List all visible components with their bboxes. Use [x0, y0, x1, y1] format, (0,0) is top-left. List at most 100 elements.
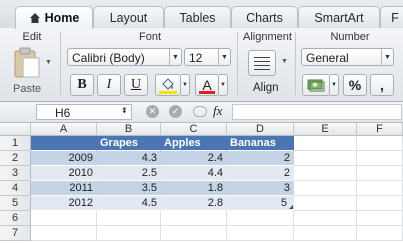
column-header-b[interactable]: B: [97, 123, 161, 136]
table-header-cell[interactable]: Grapes: [97, 136, 161, 151]
table-header-cell[interactable]: [31, 136, 97, 151]
tab-formulas[interactable]: F: [380, 6, 403, 28]
chevron-down-icon: ▼: [381, 49, 393, 65]
empty-cell[interactable]: [97, 226, 161, 241]
empty-cell[interactable]: [294, 181, 357, 196]
edit-group-title: Edit: [22, 31, 42, 43]
table-cell[interactable]: 5: [227, 196, 294, 211]
underline-button[interactable]: U: [124, 74, 148, 96]
chevron-down-icon[interactable]: ▼: [181, 74, 190, 96]
table-cell[interactable]: 2.5: [97, 166, 161, 181]
home-icon: [29, 13, 40, 23]
empty-cell[interactable]: [357, 181, 403, 196]
empty-cell[interactable]: [31, 226, 97, 241]
number-format-select[interactable]: General ▼: [301, 48, 394, 66]
empty-cell[interactable]: [294, 166, 357, 181]
table-cell[interactable]: 2009: [31, 151, 97, 166]
empty-cell[interactable]: [227, 211, 294, 226]
row-header-6[interactable]: 6: [0, 211, 31, 226]
column-header-f[interactable]: F: [357, 123, 403, 136]
column-header-e[interactable]: E: [294, 123, 357, 136]
tab-charts[interactable]: Charts: [231, 6, 298, 28]
align-lines-icon: [248, 50, 276, 76]
align-button[interactable]: ▼ Align: [244, 48, 292, 96]
table-cell[interactable]: 4.3: [97, 151, 161, 166]
chevron-down-icon: ▼: [281, 58, 288, 65]
formula-input[interactable]: [232, 104, 402, 120]
row-header-2[interactable]: 2: [0, 151, 31, 166]
chevron-down-icon: ▼: [218, 49, 230, 65]
row-header-5[interactable]: 5: [0, 196, 31, 211]
table-cell[interactable]: 3.5: [97, 181, 161, 196]
empty-cell[interactable]: [161, 211, 227, 226]
name-box[interactable]: H6 ⬍: [36, 104, 132, 120]
font-color-button[interactable]: A: [195, 74, 219, 96]
clipboard-icon: [14, 47, 40, 78]
table-cell[interactable]: 2012: [31, 196, 97, 211]
confirm-icon[interactable]: ✓: [169, 105, 182, 118]
empty-cell[interactable]: [97, 211, 161, 226]
row-header-7[interactable]: 7: [0, 226, 31, 241]
percent-style-button[interactable]: %: [343, 74, 367, 96]
empty-cell[interactable]: [294, 226, 357, 241]
bold-button[interactable]: B: [70, 74, 94, 96]
table-header-cell[interactable]: Apples: [161, 136, 227, 151]
select-all-corner[interactable]: [0, 123, 31, 136]
paste-arrow-icon: ▼: [45, 59, 52, 66]
row-header-1[interactable]: 1: [0, 136, 31, 151]
font-group-title: Font: [138, 31, 161, 43]
empty-cell[interactable]: [294, 151, 357, 166]
tab-tables[interactable]: Tables: [164, 6, 231, 28]
money-icon: [307, 79, 325, 92]
empty-cell[interactable]: [294, 211, 357, 226]
currency-format-button[interactable]: [302, 74, 330, 96]
empty-cell[interactable]: [357, 136, 403, 151]
tab-smartart[interactable]: SmartArt: [298, 6, 380, 28]
chevron-down-icon: ▼: [169, 49, 181, 65]
empty-cell[interactable]: [357, 151, 403, 166]
empty-cell[interactable]: [227, 226, 294, 241]
table-cell[interactable]: 4.5: [97, 196, 161, 211]
column-header-d[interactable]: D: [227, 123, 294, 136]
italic-button[interactable]: I: [97, 74, 121, 96]
row-header-4[interactable]: 4: [0, 181, 31, 196]
alignment-group-title: Alignment: [243, 31, 292, 43]
table-cell[interactable]: 2.4: [161, 151, 227, 166]
table-cell[interactable]: 4.4: [161, 166, 227, 181]
chevron-down-icon[interactable]: ▼: [330, 74, 339, 96]
cancel-icon[interactable]: ✕: [146, 105, 159, 118]
row-header-3[interactable]: 3: [0, 166, 31, 181]
number-group-title: Number: [330, 31, 370, 43]
paste-label: Paste: [13, 83, 42, 95]
comma-style-button[interactable]: ,: [370, 74, 394, 96]
font-size-select[interactable]: 12 ▼: [184, 48, 231, 66]
empty-cell[interactable]: [357, 211, 403, 226]
empty-cell[interactable]: [357, 226, 403, 241]
empty-cell[interactable]: [357, 196, 403, 211]
table-cell[interactable]: 2: [227, 151, 294, 166]
font-name-select[interactable]: Calibri (Body) ▼: [67, 48, 182, 66]
table-cell[interactable]: 3: [227, 181, 294, 196]
record-toggle-icon[interactable]: [193, 106, 207, 117]
highlight-button[interactable]: [155, 74, 181, 96]
tab-layout[interactable]: Layout: [93, 6, 164, 28]
empty-cell[interactable]: [161, 226, 227, 241]
column-header-c[interactable]: C: [161, 123, 227, 136]
table-resize-handle[interactable]: [289, 205, 293, 209]
empty-cell[interactable]: [294, 196, 357, 211]
table-cell[interactable]: 2011: [31, 181, 97, 196]
table-header-cell[interactable]: Bananas: [227, 136, 294, 151]
table-cell[interactable]: 2.8: [161, 196, 227, 211]
fx-icon[interactable]: fx: [213, 103, 222, 119]
column-header-a[interactable]: A: [31, 123, 97, 136]
empty-cell[interactable]: [294, 136, 357, 151]
table-cell[interactable]: 1.8: [161, 181, 227, 196]
table-cell[interactable]: 2010: [31, 166, 97, 181]
chevron-down-icon[interactable]: ▼: [219, 74, 228, 96]
empty-cell[interactable]: [357, 166, 403, 181]
tab-home[interactable]: Home: [15, 6, 93, 29]
paste-button[interactable]: ▼ Paste: [7, 45, 55, 97]
highlight-color-swatch: [159, 91, 177, 94]
empty-cell[interactable]: [31, 211, 97, 226]
table-cell[interactable]: 2: [227, 166, 294, 181]
